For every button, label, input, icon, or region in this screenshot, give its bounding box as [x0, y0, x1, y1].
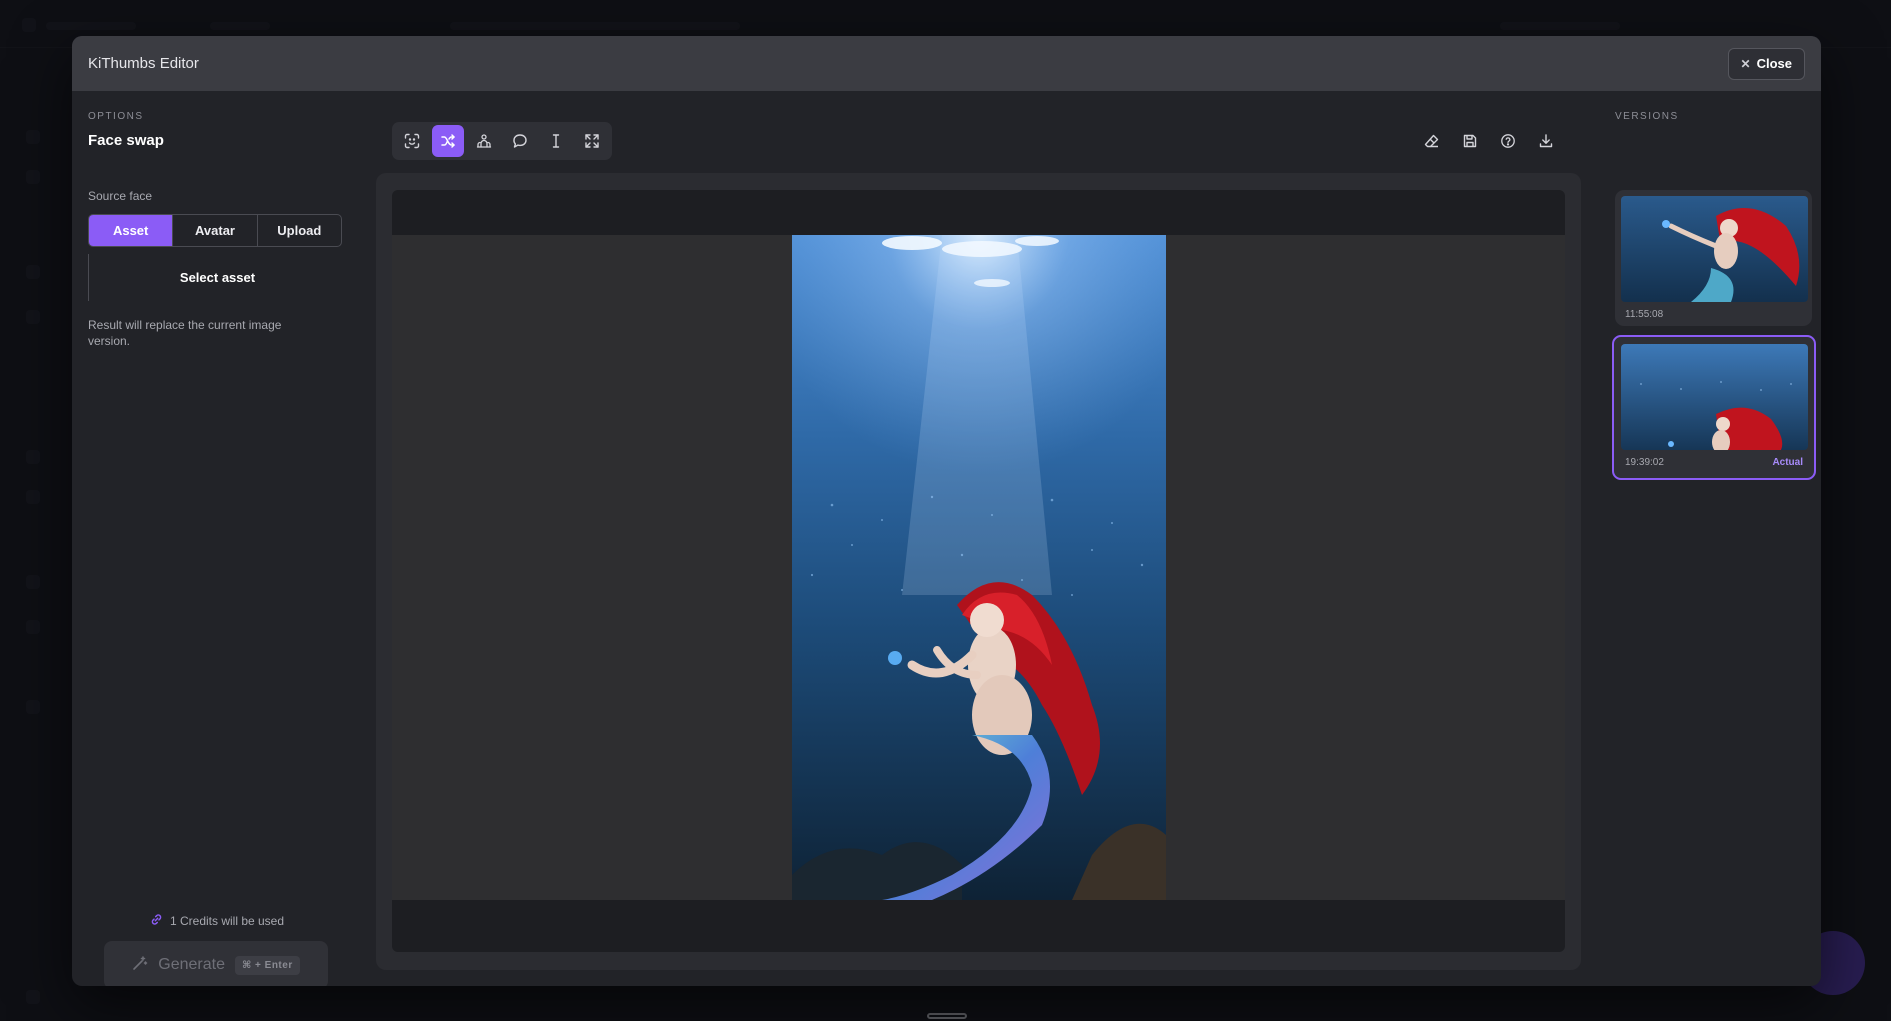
version-card[interactable]: 11:55:08: [1615, 190, 1812, 326]
shuffle-icon[interactable]: [432, 125, 464, 157]
close-icon: ✕: [1740, 56, 1751, 71]
version-time: 11:55:08: [1625, 309, 1664, 320]
modal-title: KiThumbs Editor: [88, 55, 199, 72]
link-icon: [150, 913, 163, 929]
close-button-label: Close: [1756, 56, 1792, 71]
editor-modal: KiThumbs Editor ✕ Close OPTIONS Face swa…: [72, 36, 1821, 986]
face-detect-icon[interactable]: [396, 125, 428, 157]
close-button[interactable]: ✕ Close: [1727, 47, 1805, 80]
canvas-area: [392, 190, 1565, 952]
expand-icon[interactable]: [576, 125, 608, 157]
version-time: 19:39:02: [1625, 457, 1664, 468]
segment-avatar[interactable]: Avatar: [173, 215, 258, 246]
version-badge: Actual: [1772, 457, 1803, 468]
credits-info: 1 Credits will be used: [88, 913, 346, 929]
version-meta: 11:55:08: [1621, 302, 1806, 320]
version-thumbnail: [1621, 344, 1808, 450]
canvas-stage: [392, 235, 1565, 900]
version-meta: 19:39:02 Actual: [1621, 450, 1807, 468]
magic-wand-icon: [132, 955, 148, 976]
text-cursor-icon[interactable]: [540, 125, 572, 157]
options-title: Face swap: [88, 132, 164, 149]
source-face-label: Source face: [88, 189, 153, 203]
options-heading: OPTIONS: [88, 111, 144, 122]
credits-text: 1 Credits will be used: [169, 914, 285, 928]
modal-header: KiThumbs Editor ✕ Close: [72, 36, 1821, 91]
speech-bubble-icon[interactable]: [504, 125, 536, 157]
edited-image[interactable]: [792, 235, 1166, 900]
tool-bar: [392, 122, 612, 160]
versions-panel: VERSIONS 11:55:08 19:39:02 Actual: [1612, 111, 1816, 480]
result-note: Result will replace the current image ve…: [88, 318, 282, 348]
version-thumbnail: [1621, 196, 1808, 302]
save-icon[interactable]: [1454, 125, 1486, 157]
generate-label: Generate: [158, 956, 225, 973]
source-face-selector: Asset Avatar Upload: [88, 214, 342, 247]
canvas-actions: [1416, 122, 1562, 160]
canvas-frame: [376, 173, 1581, 970]
download-icon[interactable]: [1530, 125, 1562, 157]
select-asset-button[interactable]: Select asset: [88, 254, 346, 301]
segment-asset[interactable]: Asset: [89, 215, 174, 246]
generate-shortcut: ⌘ + Enter: [234, 955, 300, 975]
versions-heading: VERSIONS: [1615, 111, 1679, 122]
help-icon[interactable]: [1492, 125, 1524, 157]
eraser-icon[interactable]: [1416, 125, 1448, 157]
generate-button[interactable]: Generate ⌘ + Enter: [104, 941, 328, 986]
version-card-active[interactable]: 19:39:02 Actual: [1612, 335, 1816, 480]
options-panel: OPTIONS Face swap Source face Asset Avat…: [88, 111, 346, 986]
crowd-icon[interactable]: [468, 125, 500, 157]
segment-upload[interactable]: Upload: [258, 215, 341, 246]
